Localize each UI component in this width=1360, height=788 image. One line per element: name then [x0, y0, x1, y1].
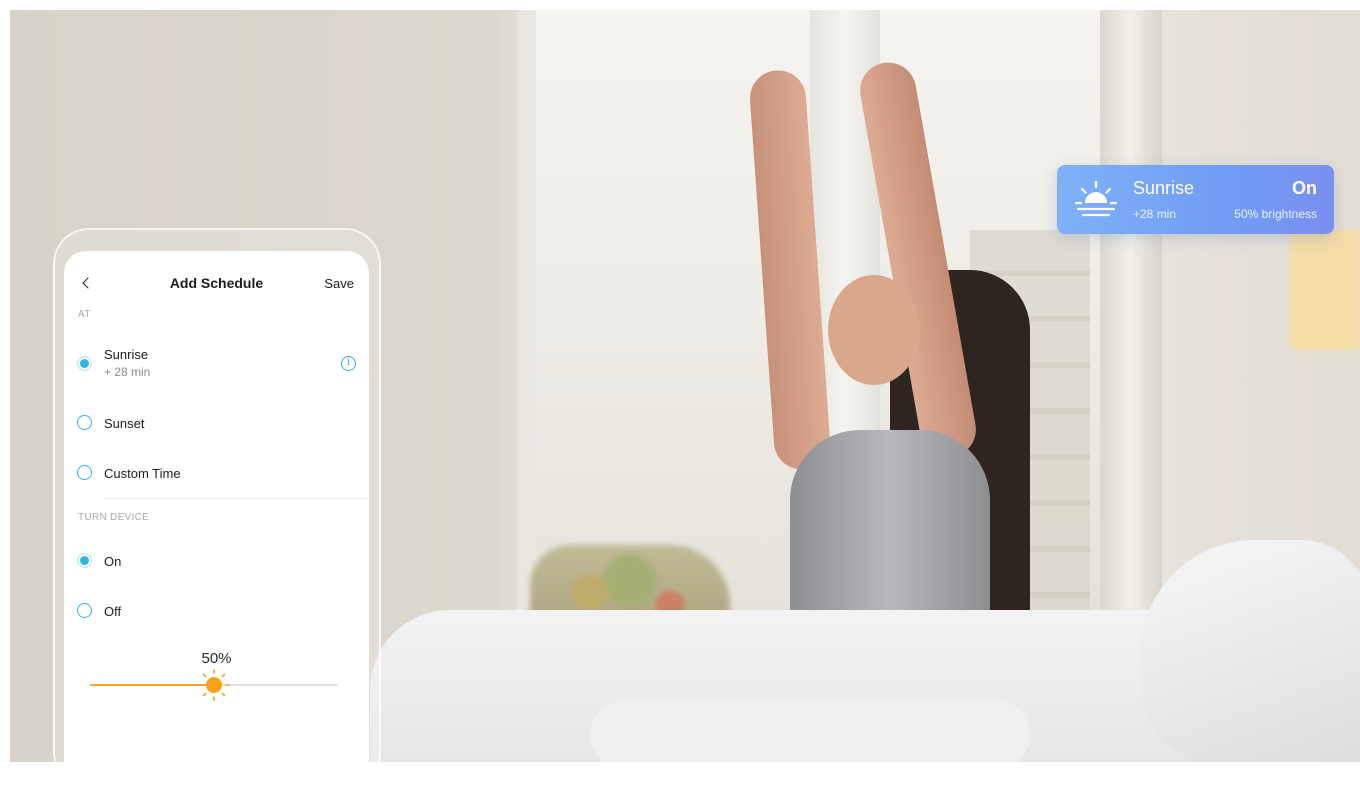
radio-off[interactable] — [77, 603, 92, 618]
option-label: Sunset — [104, 416, 145, 431]
slider-fill — [90, 684, 214, 686]
pillow — [1140, 540, 1360, 762]
phone-screen: Add Schedule Save AT Sunrise + 28 min i … — [64, 251, 369, 771]
option-label: On — [104, 554, 122, 569]
notification-title: Sunrise — [1133, 178, 1195, 198]
person-head — [828, 275, 920, 385]
sunrise-icon — [1074, 181, 1118, 217]
wall-lamp — [1290, 230, 1360, 350]
option-label: Custom Time — [104, 466, 181, 481]
section-label-at: AT — [78, 309, 91, 320]
notification-state: On — [1292, 178, 1317, 198]
option-sunset[interactable]: Sunset — [64, 415, 369, 433]
save-button[interactable]: Save — [324, 276, 354, 291]
slider-thumb[interactable] — [206, 677, 222, 693]
radio-sunset[interactable] — [77, 415, 92, 430]
option-sublabel: + 28 min — [104, 365, 151, 379]
option-custom-time[interactable]: Custom Time — [64, 465, 369, 483]
window-frame — [518, 10, 536, 630]
nav-bar: Add Schedule Save — [64, 269, 369, 297]
notification-offset: +28 min — [1133, 207, 1177, 221]
option-off[interactable]: Off — [64, 603, 369, 621]
radio-on[interactable] — [77, 553, 92, 568]
divider — [104, 498, 369, 499]
page-title: Add Schedule — [169, 275, 264, 291]
section-label-turn-device: TURN DEVICE — [78, 512, 150, 523]
option-on[interactable]: On — [64, 553, 369, 571]
blanket — [590, 700, 1030, 762]
brightness-slider[interactable] — [90, 669, 338, 701]
radio-custom-time[interactable] — [77, 465, 92, 480]
radio-sunrise[interactable] — [77, 356, 92, 371]
notification-brightness: 50% brightness — [1234, 207, 1317, 221]
option-sunrise[interactable]: Sunrise + 28 min i — [64, 347, 369, 385]
sunrise-notification-card[interactable]: Sunrise On +28 min 50% brightness — [1057, 165, 1334, 234]
option-label: Off — [104, 604, 122, 619]
option-label: Sunrise — [104, 347, 149, 362]
brightness-value: 50% — [201, 650, 232, 667]
info-icon[interactable]: i — [341, 356, 356, 371]
